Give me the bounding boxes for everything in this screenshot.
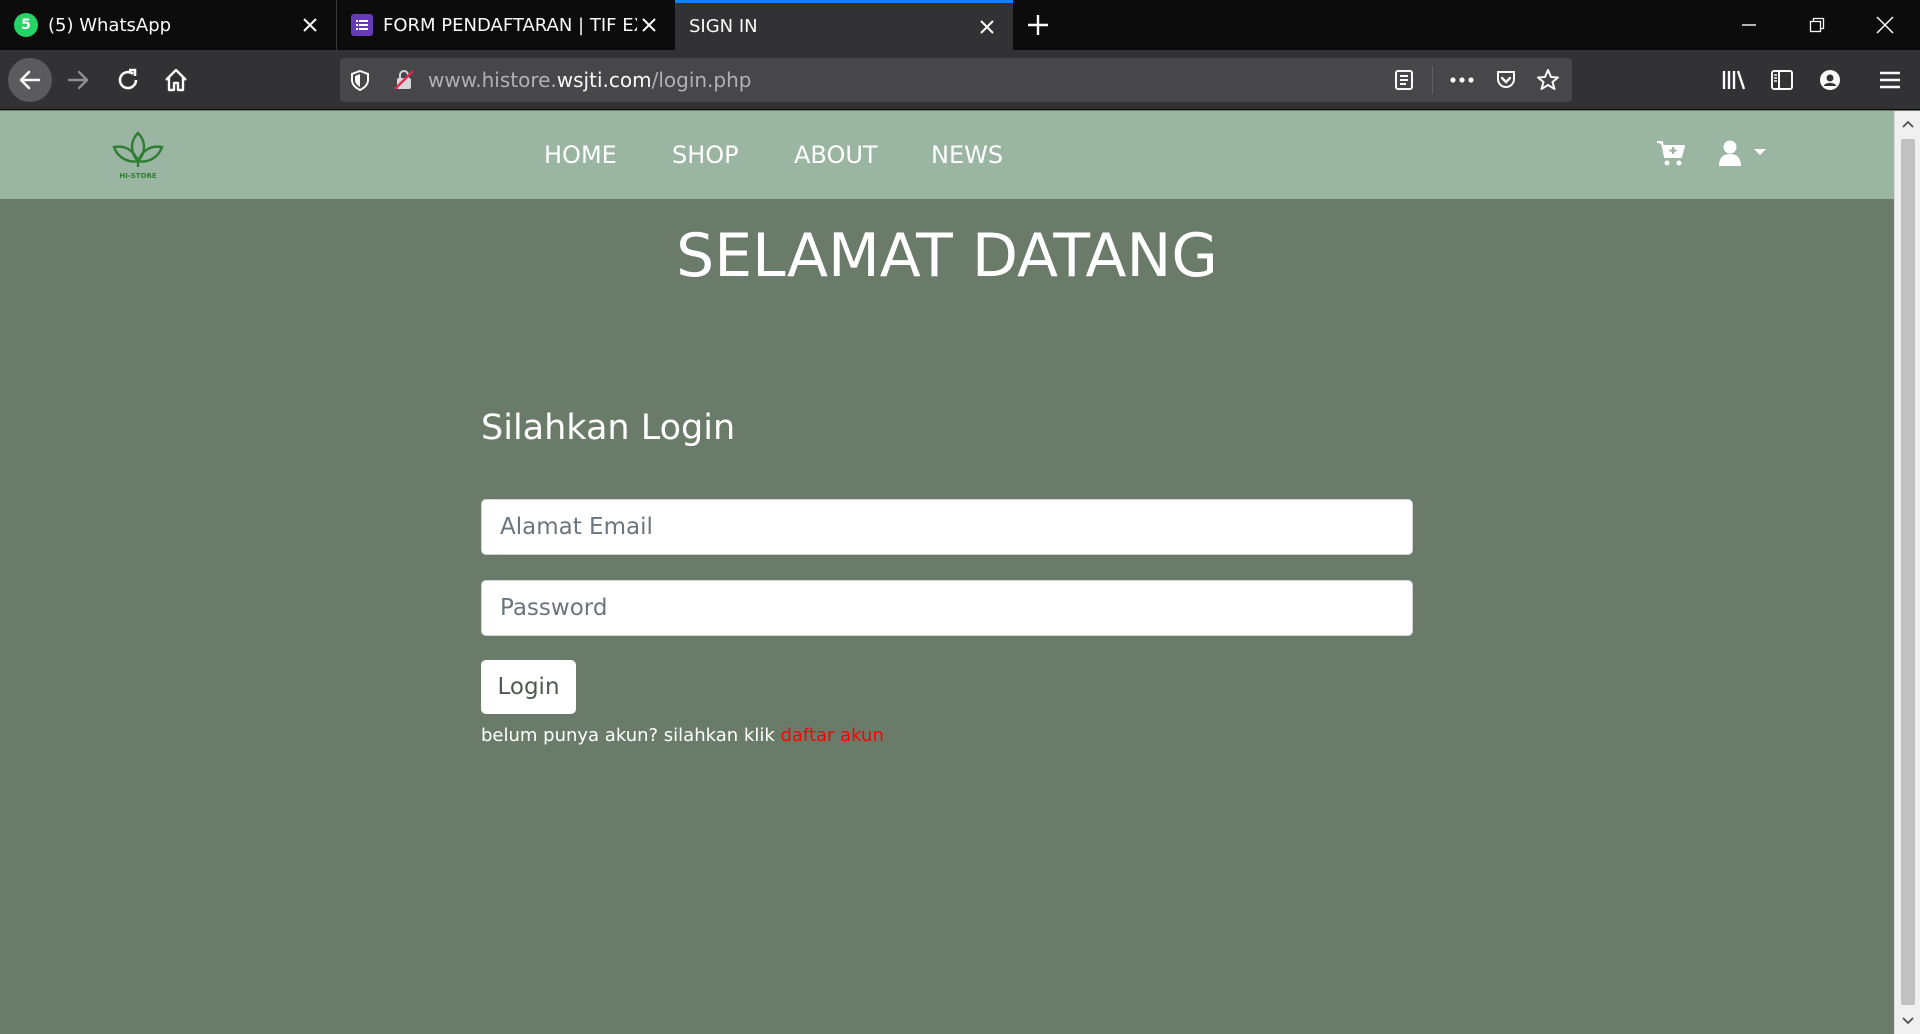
site-logo[interactable]: HI-STORE — [110, 131, 166, 183]
shield-icon[interactable] — [340, 58, 380, 102]
menu-icon — [1880, 71, 1900, 89]
reader-icon[interactable] — [1384, 58, 1424, 102]
pocket-icon[interactable] — [1486, 58, 1526, 102]
caret-down-icon — [1754, 149, 1766, 155]
plus-icon — [1028, 15, 1048, 35]
url-bar[interactable]: www.histore.wsjti.com/login.php — [340, 58, 1572, 102]
reload-button[interactable] — [106, 58, 150, 102]
back-button[interactable] — [8, 58, 52, 102]
menu-news[interactable]: NEWS — [931, 111, 1003, 199]
cart-icon[interactable] — [1656, 139, 1686, 171]
close-icon[interactable] — [298, 13, 322, 37]
register-prompt: belum punya akun? silahkan klik — [481, 725, 781, 746]
email-field[interactable] — [481, 499, 1413, 555]
scroll-down-button[interactable] — [1895, 1008, 1920, 1034]
scroll-up-button[interactable] — [1895, 111, 1920, 137]
menu-about[interactable]: ABOUT — [794, 111, 878, 199]
restore-button[interactable] — [1782, 0, 1852, 50]
star-icon[interactable] — [1528, 58, 1568, 102]
more-icon[interactable] — [1442, 58, 1482, 102]
tab-strip: 5 (5) WhatsApp FORM PENDAFTARAN | TIF EX… — [0, 0, 1920, 50]
tab-whatsapp[interactable]: 5 (5) WhatsApp — [0, 0, 336, 50]
insecure-lock-icon[interactable] — [384, 58, 424, 102]
page-content: HI-STORE HOME SHOP ABOUT NEWS SELAMAT DA… — [0, 111, 1894, 1034]
chevron-up-icon — [1902, 120, 1914, 128]
register-link[interactable]: daftar akun — [780, 725, 883, 746]
account-icon — [1820, 70, 1840, 90]
site-header: HI-STORE HOME SHOP ABOUT NEWS — [0, 111, 1894, 199]
back-icon — [19, 70, 41, 90]
tab-title: (5) WhatsApp — [48, 14, 172, 36]
tab-sign-in[interactable]: SIGN IN — [675, 0, 1013, 50]
minimize-icon — [1742, 24, 1756, 26]
whatsapp-icon: 5 — [14, 13, 38, 37]
tab-form-pendaftaran[interactable]: FORM PENDAFTARAN | TIF EXHIBITION — [336, 0, 675, 50]
window-close-button[interactable] — [1850, 0, 1920, 50]
navigation-toolbar: www.histore.wsjti.com/login.php — [0, 50, 1920, 110]
login-button[interactable]: Login — [481, 660, 576, 714]
home-button[interactable] — [154, 58, 198, 102]
url-prefix: www.histore. — [428, 68, 557, 92]
new-tab-button[interactable] — [1013, 0, 1063, 50]
library-button[interactable] — [1712, 58, 1756, 102]
app-menu-button[interactable] — [1868, 58, 1912, 102]
welcome-heading: SELAMAT DATANG — [676, 221, 1218, 291]
password-field[interactable] — [481, 580, 1413, 636]
url-domain: wsjti.com — [556, 68, 652, 92]
chevron-down-icon — [1902, 1017, 1914, 1025]
sidebar-icon — [1771, 70, 1793, 90]
register-line: belum punya akun? silahkan klik daftar a… — [481, 725, 884, 746]
tab-title: SIGN IN — [689, 16, 758, 37]
sidebar-button[interactable] — [1760, 58, 1804, 102]
restore-icon — [1809, 17, 1825, 33]
forward-icon — [67, 70, 89, 90]
separator — [1432, 66, 1433, 94]
account-button[interactable] — [1808, 58, 1852, 102]
vertical-scrollbar[interactable] — [1894, 111, 1920, 1034]
home-icon — [165, 68, 187, 92]
menu-home[interactable]: HOME — [544, 111, 617, 199]
menu-shop[interactable]: SHOP — [672, 111, 739, 199]
library-icon — [1722, 70, 1746, 90]
reload-icon — [118, 68, 138, 90]
close-icon[interactable] — [637, 13, 661, 37]
url-text: www.histore.wsjti.com/login.php — [428, 58, 751, 102]
user-menu[interactable] — [1718, 139, 1768, 171]
logo-text: HI-STORE — [119, 172, 157, 180]
user-icon — [1719, 140, 1741, 166]
forward-button[interactable] — [56, 58, 100, 102]
close-icon — [1876, 16, 1894, 34]
login-title: Silahkan Login — [481, 408, 736, 448]
minimize-button[interactable] — [1714, 0, 1784, 50]
forms-icon — [351, 14, 373, 36]
close-icon[interactable] — [975, 15, 999, 39]
url-path: /login.php — [651, 68, 752, 92]
tab-title: FORM PENDAFTARAN | TIF EXHIBITION — [383, 14, 637, 36]
scroll-thumb[interactable] — [1901, 139, 1915, 1005]
